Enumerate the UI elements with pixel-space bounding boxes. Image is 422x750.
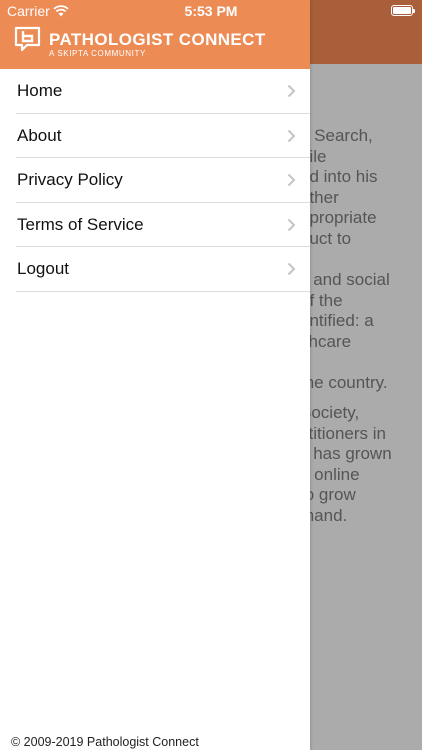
- menu-item-label: Logout: [17, 259, 69, 278]
- menu-item-about[interactable]: About: [16, 114, 310, 158]
- menu-item-label: Terms of Service: [17, 214, 144, 234]
- background-line: ed into his: [300, 167, 378, 186]
- menu-item-home[interactable]: Home: [16, 69, 310, 114]
- background-paragraph: e Search, hile ed into his other ppropri…: [300, 126, 422, 249]
- background-line: mand.: [300, 505, 348, 525]
- background-line: duct to: [300, 228, 352, 248]
- battery-icon: [391, 5, 415, 16]
- side-drawer: PATHOLOGIST CONNECT A SKIPTA COMMUNITY H…: [0, 0, 310, 750]
- status-time: 5:53 PM: [184, 3, 238, 19]
- menu-item-logout[interactable]: Logout: [16, 247, 310, 292]
- brand-tagline: A SKIPTA COMMUNITY: [49, 49, 146, 58]
- menu-item-label: About: [17, 125, 62, 145]
- pathologist-connect-logo-icon: [14, 26, 41, 57]
- background-line: to grow: [300, 485, 356, 504]
- menu-item-label: Home: [17, 81, 63, 100]
- chevron-right-icon: [287, 129, 296, 148]
- background-line: Society,: [300, 403, 360, 422]
- background-line: the country.: [300, 372, 388, 392]
- background-line: s and social: [300, 270, 390, 289]
- background-line: other: [300, 187, 339, 207]
- chevron-right-icon: [287, 262, 296, 281]
- menu-item-label: Privacy Policy: [17, 170, 123, 189]
- menu-item-privacy-policy[interactable]: Privacy Policy: [16, 158, 310, 203]
- background-line: entified: a: [300, 311, 374, 330]
- background-line: d: [300, 352, 422, 373]
- copyright-footer: © 2009-2019 Pathologist Connect: [11, 735, 199, 749]
- background-line: hile: [300, 146, 327, 166]
- background-article-text: e Search, hile ed into his other ppropri…: [300, 126, 422, 536]
- background-line: ppropriate: [300, 208, 377, 227]
- chevron-right-icon: [287, 84, 296, 103]
- background-line: lthcare: [300, 331, 352, 351]
- background-line: e Search,: [300, 126, 373, 145]
- chevron-right-icon: [287, 173, 296, 192]
- status-bar: Carrier 5:53 PM: [0, 0, 422, 22]
- drawer-menu: Home About Privacy Policy Terms of Servi…: [16, 69, 310, 292]
- chevron-right-icon: [287, 218, 296, 237]
- background-paragraph: Society, ctitioners in k has grown d onl…: [300, 403, 422, 526]
- background-line: d online: [300, 464, 360, 484]
- background-line: of the: [300, 290, 343, 310]
- background-line: ctitioners in: [300, 423, 386, 443]
- menu-item-terms-of-service[interactable]: Terms of Service: [16, 203, 310, 247]
- brand-title: PATHOLOGIST CONNECT: [49, 30, 266, 49]
- background-line: k has grown: [300, 444, 392, 463]
- background-paragraph: s and social of the entified: a lthcare …: [300, 270, 422, 393]
